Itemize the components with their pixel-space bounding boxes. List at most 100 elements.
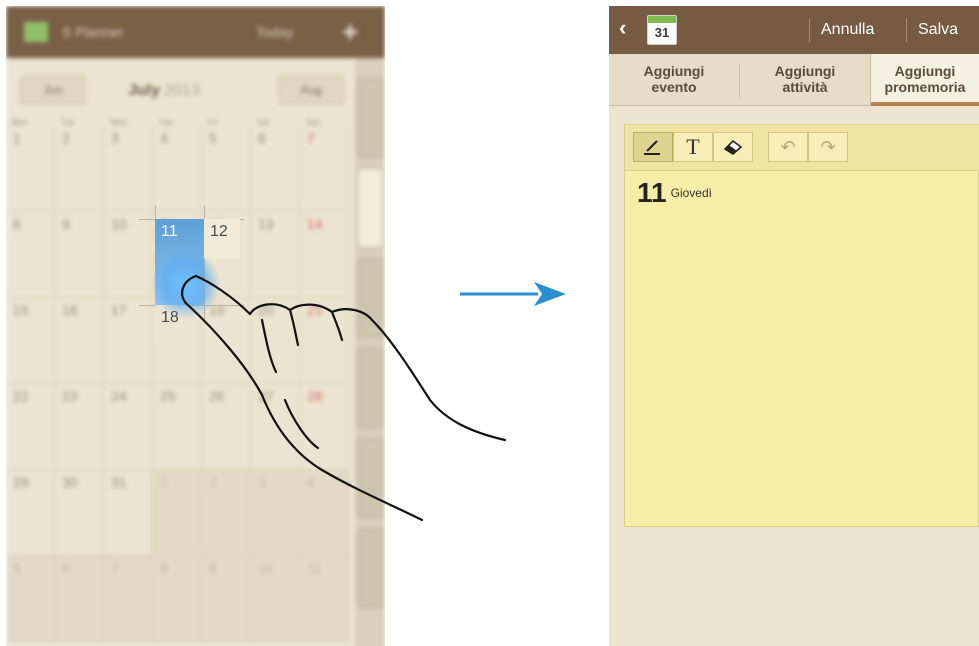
day-cell[interactable]: 6 bbox=[251, 126, 300, 212]
day-number: 2 bbox=[62, 130, 70, 146]
day-cell[interactable]: 10 bbox=[251, 556, 300, 642]
day-cell[interactable]: 11 bbox=[300, 556, 349, 642]
tab-add-reminder[interactable]: Aggiungi promemoria bbox=[870, 54, 979, 106]
day-number: 24 bbox=[111, 388, 127, 404]
day-number: 6 bbox=[62, 560, 70, 576]
tab-label-line1: Aggiungi bbox=[894, 63, 956, 79]
day-cell[interactable]: 15 bbox=[6, 298, 55, 384]
transition-arrow-icon bbox=[460, 282, 566, 306]
day-number: 4 bbox=[160, 130, 168, 146]
day-cell[interactable]: 8 bbox=[153, 556, 202, 642]
view-tab-week[interactable] bbox=[357, 258, 383, 338]
day-cell[interactable]: 22 bbox=[6, 384, 55, 470]
day-cell[interactable]: 17 bbox=[104, 298, 153, 384]
day-number: 16 bbox=[62, 302, 78, 318]
day-cell[interactable]: 2 bbox=[202, 470, 251, 556]
day-cell[interactable]: 4 bbox=[153, 126, 202, 212]
planner-app-icon bbox=[24, 22, 48, 42]
day-number: 2 bbox=[209, 474, 217, 490]
day-number: 3 bbox=[258, 474, 266, 490]
day-cell[interactable]: 28 bbox=[300, 384, 349, 470]
day-number: 9 bbox=[62, 216, 70, 232]
day-cell[interactable]: 3 bbox=[251, 470, 300, 556]
day-number: 7 bbox=[307, 130, 315, 146]
prev-month-button[interactable]: Jun bbox=[20, 76, 86, 104]
memo-note-area[interactable]: T ↶ ↷ 11 Giovedì bbox=[624, 124, 979, 527]
action-divider bbox=[809, 18, 810, 42]
day-number: 28 bbox=[307, 388, 323, 404]
calendar-icon-day: 31 bbox=[654, 25, 670, 40]
tab-add-task[interactable]: Aggiungi attività bbox=[740, 54, 870, 106]
day-cell[interactable]: 6 bbox=[55, 556, 104, 642]
redo-button[interactable]: ↷ bbox=[808, 132, 848, 162]
tab-label-line2: attività bbox=[782, 79, 828, 95]
tab-label-line1: Aggiungi bbox=[774, 63, 836, 79]
day-cell[interactable]: 1 bbox=[6, 126, 55, 212]
day-cell[interactable]: 9 bbox=[202, 556, 251, 642]
tab-label-line1: Aggiungi bbox=[643, 63, 705, 79]
day-cell[interactable]: 20 bbox=[251, 298, 300, 384]
day-number: 7 bbox=[111, 560, 119, 576]
day-number: 9 bbox=[209, 560, 217, 576]
day-cell[interactable]: 31 bbox=[104, 470, 153, 556]
day-cell[interactable]: 7 bbox=[104, 556, 153, 642]
day-cell[interactable]: 13 bbox=[251, 212, 300, 298]
month-title: July 2013 bbox=[128, 82, 200, 100]
redo-icon: ↷ bbox=[820, 137, 836, 157]
day-number: 25 bbox=[160, 388, 176, 404]
back-chevron-icon[interactable]: ‹ bbox=[619, 16, 626, 40]
day-cell[interactable]: 5 bbox=[202, 126, 251, 212]
text-tool-button[interactable]: T bbox=[673, 132, 713, 162]
calendar-screen: S Planner Today + Jun July 2013 Aug Mon T… bbox=[6, 6, 385, 646]
memo-day-number: 11 bbox=[637, 177, 667, 208]
day-cell[interactable]: 23 bbox=[55, 384, 104, 470]
today-button[interactable]: Today bbox=[256, 24, 293, 40]
day-cell[interactable]: 7 bbox=[300, 126, 349, 212]
month-navigation: Jun July 2013 Aug bbox=[6, 68, 355, 112]
view-tab-month[interactable] bbox=[357, 168, 383, 248]
day-cell[interactable]: 21 bbox=[300, 298, 349, 384]
pen-tool-button[interactable] bbox=[633, 132, 673, 162]
app-title: S Planner bbox=[62, 24, 124, 40]
day-number: 30 bbox=[62, 474, 78, 490]
day-cell[interactable]: 30 bbox=[55, 470, 104, 556]
pen-icon bbox=[644, 140, 660, 155]
day-cell[interactable]: 26 bbox=[202, 384, 251, 470]
save-button[interactable]: Salva bbox=[918, 21, 958, 39]
month-name: July bbox=[128, 82, 161, 99]
day-cell[interactable]: 10 bbox=[104, 212, 153, 298]
day-cell[interactable]: 14 bbox=[300, 212, 349, 298]
day-number: 6 bbox=[258, 130, 266, 146]
day-cell[interactable]: 19 bbox=[202, 298, 251, 384]
day-cell[interactable]: 2 bbox=[55, 126, 104, 212]
cancel-button[interactable]: Annulla bbox=[821, 21, 874, 39]
day-cell[interactable]: 27 bbox=[251, 384, 300, 470]
view-tab-year[interactable] bbox=[357, 78, 383, 158]
add-event-button[interactable]: + bbox=[342, 16, 358, 48]
tab-add-event[interactable]: Aggiungi evento bbox=[609, 54, 739, 106]
calendar-app-icon[interactable]: 31 bbox=[647, 15, 677, 45]
view-tab-task[interactable] bbox=[357, 528, 383, 608]
view-tab-list[interactable] bbox=[357, 438, 383, 518]
day-cell[interactable]: 5 bbox=[6, 556, 55, 642]
day-cell[interactable]: 8 bbox=[6, 212, 55, 298]
day-number: 10 bbox=[258, 560, 274, 576]
day-cell[interactable]: 9 bbox=[55, 212, 104, 298]
selected-day-number: 11 bbox=[161, 223, 178, 240]
day-number: 10 bbox=[111, 216, 127, 232]
day-cell[interactable]: 3 bbox=[104, 126, 153, 212]
day-cell[interactable]: 29 bbox=[6, 470, 55, 556]
day-number: 8 bbox=[160, 560, 168, 576]
next-month-button[interactable]: Aug bbox=[278, 76, 344, 104]
eraser-tool-button[interactable] bbox=[713, 132, 753, 162]
day-cell[interactable]: 25 bbox=[153, 384, 202, 470]
day-cell[interactable]: 1 bbox=[153, 470, 202, 556]
drawing-toolbar: T ↶ ↷ bbox=[625, 125, 979, 171]
view-tab-day[interactable] bbox=[357, 348, 383, 428]
day-cell[interactable]: 24 bbox=[104, 384, 153, 470]
undo-button[interactable]: ↶ bbox=[768, 132, 808, 162]
day-number: 17 bbox=[111, 302, 127, 318]
day-cell[interactable]: 16 bbox=[55, 298, 104, 384]
day-cell-12[interactable]: 12 bbox=[204, 219, 240, 259]
day-cell[interactable]: 4 bbox=[300, 470, 349, 556]
